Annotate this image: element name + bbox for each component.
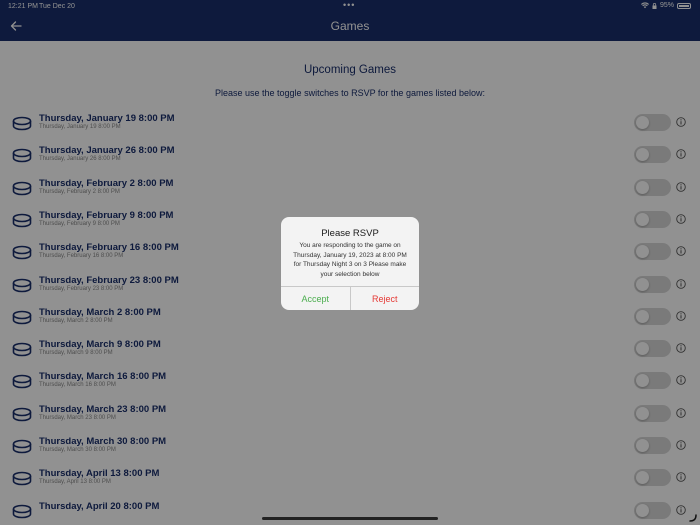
- accept-button[interactable]: Accept: [281, 287, 351, 310]
- dialog-actions: Accept Reject: [281, 286, 419, 310]
- dialog-message: You are responding to the game on Thursd…: [293, 242, 407, 278]
- reject-button[interactable]: Reject: [351, 287, 420, 310]
- rsvp-dialog: Please RSVP You are responding to the ga…: [281, 217, 419, 310]
- dialog-title: Please RSVP: [321, 228, 379, 239]
- corner-gesture-icon: [689, 514, 697, 522]
- home-indicator[interactable]: [262, 517, 438, 520]
